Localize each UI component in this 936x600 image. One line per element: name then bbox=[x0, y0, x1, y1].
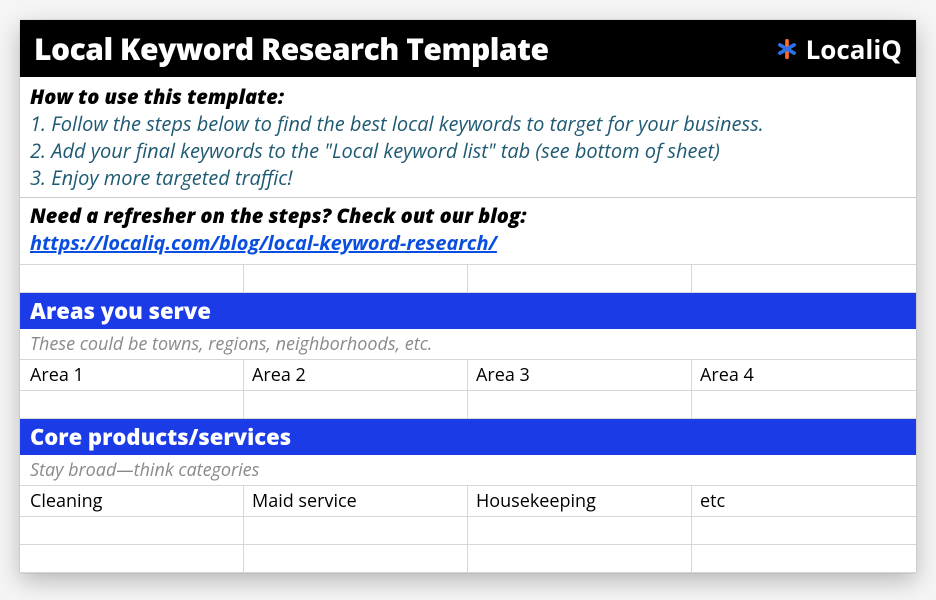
refresher-block: Need a refresher on the steps? Check out… bbox=[20, 198, 916, 264]
brand-name: LocaliQ bbox=[806, 31, 902, 67]
blank-row bbox=[20, 264, 916, 293]
section-header-products: Core products/services bbox=[20, 419, 916, 455]
cell[interactable] bbox=[20, 265, 244, 293]
instructions-block: How to use this template: 1. Follow the … bbox=[20, 77, 916, 198]
products-row-blank bbox=[20, 517, 916, 545]
cell[interactable] bbox=[244, 265, 468, 293]
cell[interactable] bbox=[692, 391, 916, 419]
blog-link[interactable]: https://localiq.com/blog/local-keyword-r… bbox=[30, 229, 497, 256]
cell[interactable] bbox=[20, 391, 244, 419]
cell[interactable] bbox=[468, 265, 692, 293]
products-row: Cleaning Maid service Housekeeping etc bbox=[20, 486, 916, 517]
instruction-step: 3. Enjoy more targeted traffic! bbox=[30, 164, 906, 191]
refresher-lead: Need a refresher on the steps? Check out… bbox=[30, 202, 906, 229]
cell[interactable] bbox=[468, 517, 692, 545]
section-header-areas: Areas you serve bbox=[20, 293, 916, 329]
instruction-step: 2. Add your final keywords to the "Local… bbox=[30, 137, 906, 164]
brand: LocaliQ bbox=[776, 31, 902, 67]
instruction-step: 1. Follow the steps below to find the be… bbox=[30, 110, 906, 137]
area-cell[interactable]: Area 4 bbox=[692, 360, 916, 391]
product-cell[interactable]: Cleaning bbox=[20, 486, 244, 517]
cell[interactable] bbox=[468, 545, 692, 573]
area-cell[interactable]: Area 2 bbox=[244, 360, 468, 391]
cell[interactable] bbox=[244, 517, 468, 545]
areas-row: Area 1 Area 2 Area 3 Area 4 bbox=[20, 360, 916, 391]
page-title: Local Keyword Research Template bbox=[34, 28, 549, 69]
cell[interactable] bbox=[20, 545, 244, 573]
cell[interactable] bbox=[244, 545, 468, 573]
spreadsheet-template: Local Keyword Research Template LocaliQ … bbox=[20, 20, 916, 573]
asterisk-icon bbox=[776, 38, 798, 60]
cell[interactable] bbox=[244, 391, 468, 419]
section-note-areas: These could be towns, regions, neighborh… bbox=[20, 329, 916, 360]
section-note-products: Stay broad—think categories bbox=[20, 455, 916, 486]
products-row-blank bbox=[20, 545, 916, 573]
product-cell[interactable]: Maid service bbox=[244, 486, 468, 517]
title-bar: Local Keyword Research Template LocaliQ bbox=[20, 20, 916, 77]
instructions-lead: How to use this template: bbox=[30, 79, 906, 110]
cell[interactable] bbox=[692, 517, 916, 545]
cell[interactable] bbox=[692, 265, 916, 293]
area-cell[interactable]: Area 3 bbox=[468, 360, 692, 391]
product-cell[interactable]: Housekeeping bbox=[468, 486, 692, 517]
area-cell[interactable]: Area 1 bbox=[20, 360, 244, 391]
cell[interactable] bbox=[468, 391, 692, 419]
product-cell[interactable]: etc bbox=[692, 486, 916, 517]
cell[interactable] bbox=[692, 545, 916, 573]
areas-row-blank bbox=[20, 391, 916, 419]
cell[interactable] bbox=[20, 517, 244, 545]
